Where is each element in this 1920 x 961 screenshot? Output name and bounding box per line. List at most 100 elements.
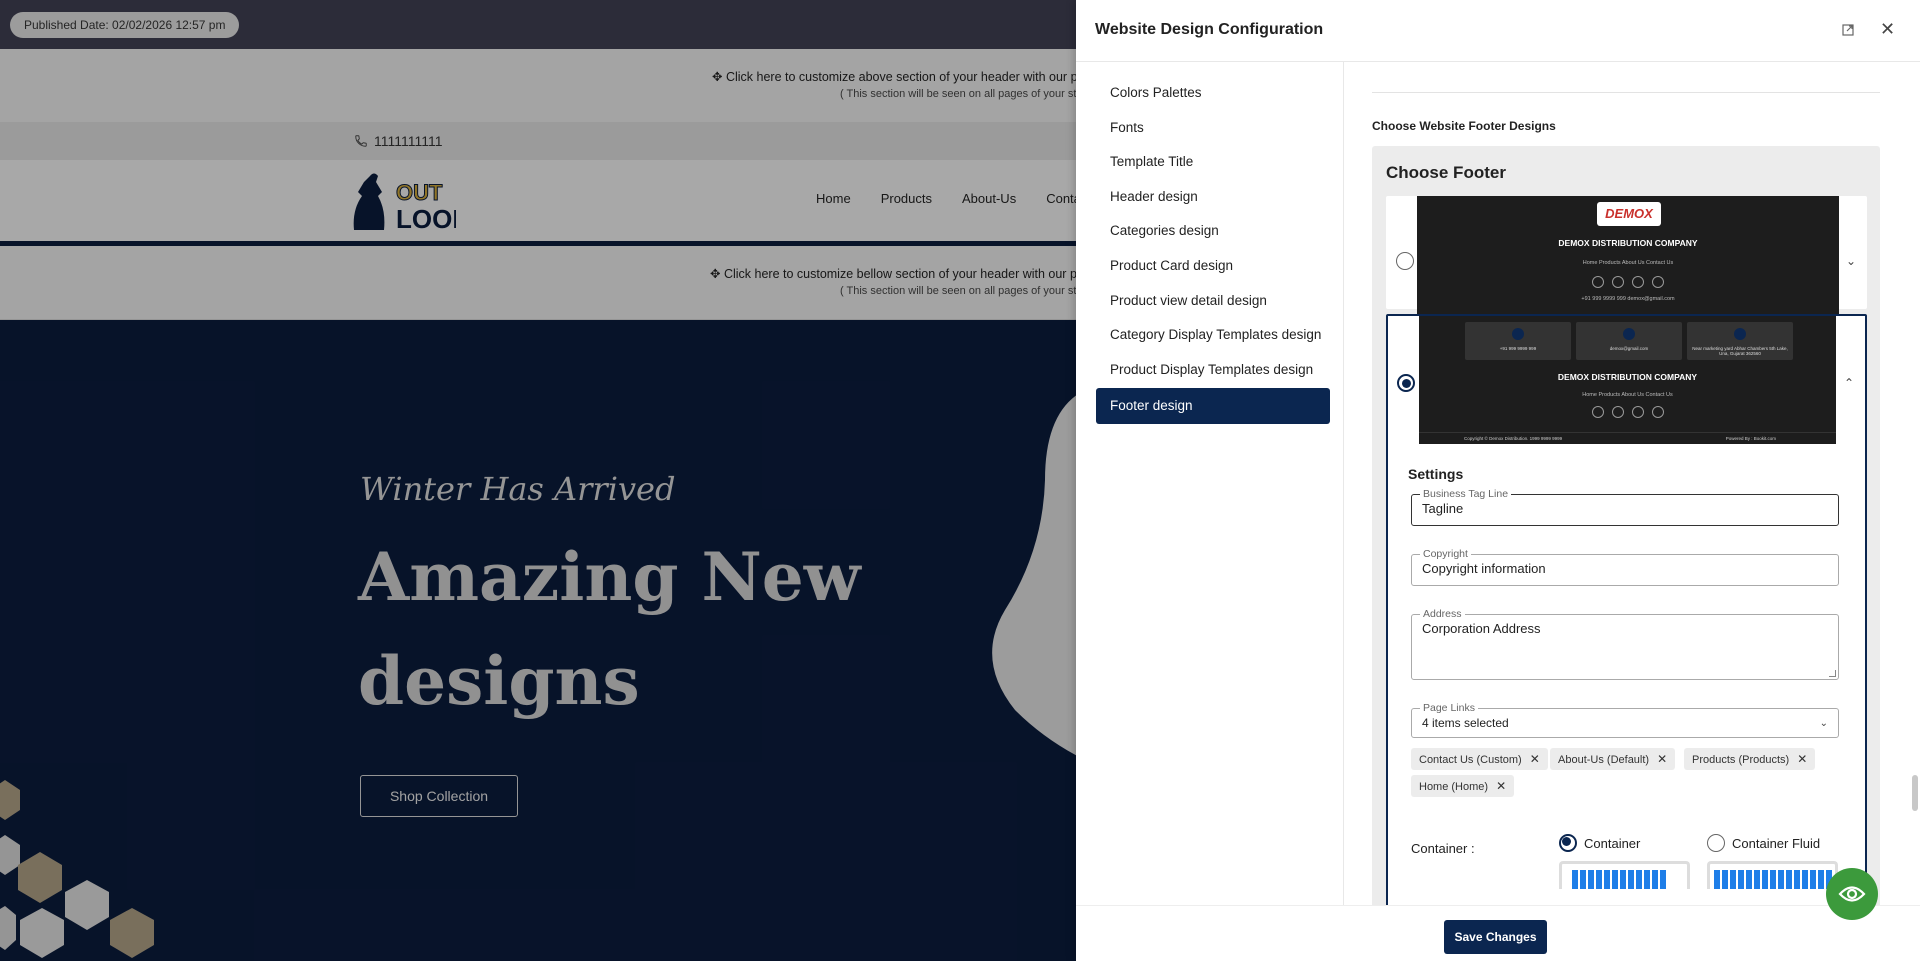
chip-label: Contact Us (Custom) <box>1419 754 1522 766</box>
sidebar-item-colors-palettes[interactable]: Colors Palettes <box>1096 75 1330 111</box>
page-links-value: 4 items selected <box>1422 716 1509 730</box>
container-fluid-option-label: Container Fluid <box>1732 835 1821 851</box>
container-fluid-preview[interactable] <box>1707 861 1838 889</box>
address-input[interactable]: Corporation Address <box>1422 621 1541 636</box>
container-fluid-option[interactable]: Container Fluid <box>1707 834 1820 852</box>
panel-footer: Save Changes <box>1076 905 1920 961</box>
footer-2-email-text: demox@gmail.com <box>1609 346 1649 351</box>
footer-2-links: Home Products About Us Contact Us <box>1582 392 1673 398</box>
chip-remove-icon[interactable]: ✕ <box>1496 779 1506 793</box>
nav-products[interactable]: Products <box>881 191 932 206</box>
chip-label: Home (Home) <box>1419 781 1489 793</box>
chip-label: Products (Products) <box>1692 754 1790 766</box>
sidebar-item-footer-design[interactable]: Footer design <box>1096 388 1330 424</box>
preview-eye-button[interactable] <box>1826 868 1878 920</box>
nav-about-us[interactable]: About-Us <box>962 191 1016 206</box>
content-divider <box>1372 92 1880 93</box>
expand-icon[interactable] <box>1841 23 1855 37</box>
container-option[interactable]: Container <box>1559 834 1640 852</box>
panel-header: Website Design Configuration ✕ <box>1076 0 1920 62</box>
settings-title: Settings <box>1408 466 1464 482</box>
tagline-field[interactable]: Business Tag Line Tagline <box>1411 488 1839 526</box>
footer-2-powered: Powered By : Bookit.com <box>1725 436 1776 441</box>
sidebar-item-category-display-templates[interactable]: Category Display Templates design <box>1096 317 1330 353</box>
customize-bottom-section[interactable]: ✥ Click here to customize bellow section… <box>0 246 1076 320</box>
tagline-label: Business Tag Line <box>1420 488 1512 500</box>
copyright-label: Copyright <box>1420 548 1471 560</box>
footer-option-1-radio[interactable] <box>1396 252 1414 270</box>
address-field[interactable]: Address Corporation Address <box>1411 608 1839 680</box>
nav-contact[interactable]: Conta <box>1046 191 1076 206</box>
customize-top-note: ( This section will be seen on all pages… <box>840 88 1076 100</box>
panel-scrollbar[interactable] <box>1912 75 1918 905</box>
footer-option-1[interactable]: DEMOX DEMOX DISTRIBUTION COMPANY Home Pr… <box>1386 196 1867 327</box>
container-radio[interactable] <box>1559 834 1577 852</box>
sidebar-item-categories-design[interactable]: Categories design <box>1096 213 1330 249</box>
choose-footer-box: Choose Footer DEMOX DEMOX DISTRIBUTION C… <box>1372 146 1880 905</box>
svg-text:LOOK: LOOK <box>396 204 456 234</box>
footer-2-bottom-bar: Copyright © Demox Distribution. 1999 999… <box>1419 432 1836 444</box>
textarea-resize-handle[interactable] <box>1829 670 1836 677</box>
chip-remove-icon[interactable]: ✕ <box>1797 752 1807 766</box>
sidebar-item-product-view-detail-design[interactable]: Product view detail design <box>1096 283 1330 319</box>
store-phone-number: 1111111111 <box>374 133 443 149</box>
copyright-field[interactable]: Copyright Copyright information <box>1411 548 1839 586</box>
shop-collection-button[interactable]: Shop Collection <box>360 775 518 817</box>
chevron-up-icon[interactable]: ⌃ <box>1844 376 1854 390</box>
sidebar-item-product-card-design[interactable]: Product Card design <box>1096 248 1330 284</box>
nav-home[interactable]: Home <box>816 191 851 206</box>
close-icon[interactable]: ✕ <box>1880 20 1895 38</box>
config-sidebar: Colors Palettes Fonts Template Title Hea… <box>1076 62 1344 905</box>
footer-option-2-radio[interactable] <box>1397 374 1415 392</box>
eye-icon <box>1838 886 1866 902</box>
demox-logo: DEMOX <box>1597 202 1661 226</box>
chevron-down-icon[interactable]: ⌄ <box>1846 254 1856 268</box>
store-phone: 1111111111 <box>354 133 443 149</box>
panel-title: Website Design Configuration <box>1095 21 1324 38</box>
chip-remove-icon[interactable]: ✕ <box>1530 752 1540 766</box>
store-preview: Published Date: 02/02/2026 12:57 pm ✥ Cl… <box>0 0 1076 961</box>
footer-option-2[interactable]: +91 999 9999 999 demox@gmail.com Near ma… <box>1386 314 1867 905</box>
customize-bottom-text[interactable]: ✥ Click here to customize bellow section… <box>710 266 1076 281</box>
sidebar-item-product-display-templates[interactable]: Product Display Templates design <box>1096 352 1330 388</box>
page-links-label: Page Links <box>1420 702 1478 714</box>
footer-2-copyright: Copyright © Demox Distribution. 1999 999… <box>1464 436 1563 441</box>
design-config-panel: Website Design Configuration ✕ Colors Pa… <box>1076 0 1920 961</box>
chip-products: Products (Products) ✕ <box>1684 748 1816 770</box>
tagline-input[interactable]: Tagline <box>1422 501 1463 516</box>
sidebar-item-fonts[interactable]: Fonts <box>1096 110 1330 146</box>
store-nav: Home Products About-Us Conta <box>816 191 1076 206</box>
store-logo[interactable]: OUT LOOK <box>352 170 471 236</box>
phone-icon <box>355 135 367 147</box>
hero-title: Amazing New designs <box>358 538 861 720</box>
container-option-label: Container <box>1584 835 1641 851</box>
hero-hexagon-pattern <box>0 780 154 958</box>
page-links-select[interactable]: Page Links 4 items selected ⌄ <box>1411 702 1839 738</box>
customize-top-text[interactable]: ✥ Click here to customize above section … <box>712 69 1076 84</box>
hero-subtitle: Winter Has Arrived <box>360 470 676 508</box>
chip-about-us: About-Us (Default) ✕ <box>1550 748 1676 770</box>
published-bar: Published Date: 02/02/2026 12:57 pm <box>0 0 1076 49</box>
copyright-input[interactable]: Copyright information <box>1422 561 1546 576</box>
store-navbar: OUT LOOK Home Products About-Us Conta <box>0 160 1076 245</box>
sidebar-item-template-title[interactable]: Template Title <box>1096 144 1330 180</box>
container-fluid-radio[interactable] <box>1707 834 1725 852</box>
footer-2-phone-card: +91 999 9999 999 <box>1465 322 1571 360</box>
footer-2-address-card: Near marketing yard Abhar Chambers 5th L… <box>1687 322 1793 360</box>
customize-top-section[interactable]: ✥ Click here to customize above section … <box>0 49 1076 123</box>
published-date-badge: Published Date: 02/02/2026 12:57 pm <box>10 12 240 38</box>
chip-remove-icon[interactable]: ✕ <box>1657 752 1667 766</box>
container-label: Container : <box>1411 841 1475 856</box>
chevron-down-icon[interactable]: ⌄ <box>1820 718 1828 729</box>
footer-option-1-preview: DEMOX DEMOX DISTRIBUTION COMPANY Home Pr… <box>1417 196 1839 327</box>
chip-label: About-Us (Default) <box>1558 754 1650 766</box>
footer-2-social-icons <box>1419 406 1836 418</box>
footer-1-links: Home Products About Us Contact Us <box>1582 260 1674 266</box>
footer-1-contact: +91 999 9999 999 demox@gmail.com <box>1581 296 1675 302</box>
address-label: Address <box>1420 608 1465 620</box>
container-preview[interactable] <box>1559 861 1690 889</box>
save-changes-button[interactable]: Save Changes <box>1444 920 1547 954</box>
footer-2-phone-text: +91 999 9999 999 <box>1499 346 1537 351</box>
sidebar-item-header-design[interactable]: Header design <box>1096 179 1330 215</box>
svg-text:OUT: OUT <box>396 180 443 205</box>
